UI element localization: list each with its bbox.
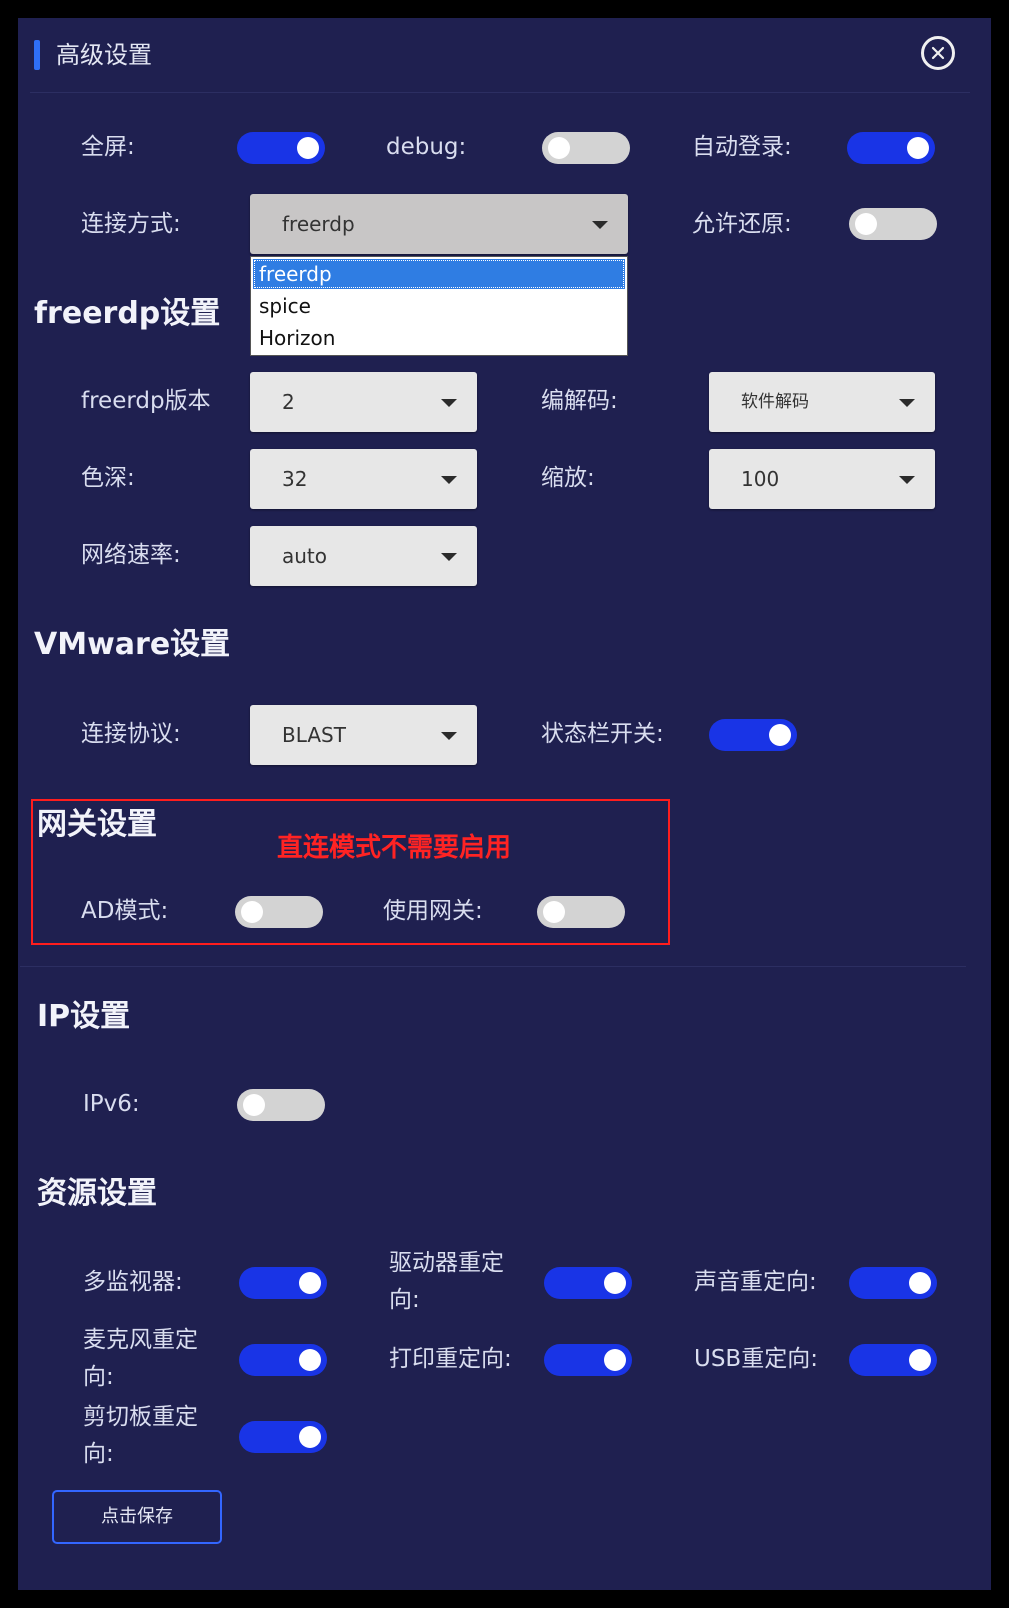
scale-select[interactable]: 100 [709, 449, 935, 509]
chevron-down-icon [899, 476, 915, 484]
use-gateway-label: 使用网关: [383, 898, 483, 924]
clipboard-redirect-toggle[interactable] [239, 1421, 327, 1453]
codec-label: 编解码: [541, 388, 618, 414]
protocol-label: 连接协议: [81, 721, 181, 747]
codec-select[interactable]: 软件解码 [709, 372, 935, 432]
connection-label: 连接方式: [81, 211, 181, 237]
multi-monitor-label: 多监视器: [83, 1269, 183, 1295]
toggle-knob [907, 137, 929, 159]
toggle-knob [241, 901, 263, 923]
clipboard-redirect-label-line2: 向: [83, 1441, 114, 1467]
freerdp-section-title: freerdp设置 [34, 296, 221, 331]
protocol-select[interactable]: BLAST [250, 705, 477, 765]
toggle-knob [909, 1349, 931, 1371]
gateway-annotation: 直连模式不需要启用 [277, 833, 512, 863]
drive-redirect-label-line1: 驱动器重定 [389, 1250, 504, 1276]
color-depth-label: 色深: [81, 465, 135, 491]
sound-redirect-toggle[interactable] [849, 1267, 937, 1299]
scale-value: 100 [741, 467, 780, 491]
chevron-down-icon [592, 221, 608, 229]
toggle-knob [909, 1272, 931, 1294]
use-gateway-toggle[interactable] [537, 896, 625, 928]
toggle-knob [243, 1094, 265, 1116]
drive-redirect-toggle[interactable] [544, 1267, 632, 1299]
dropdown-option-freerdp[interactable]: freerdp [253, 259, 625, 289]
fullscreen-label: 全屏: [81, 134, 135, 160]
header-divider [30, 92, 970, 93]
dropdown-option-horizon[interactable]: Horizon [253, 323, 625, 353]
mic-redirect-toggle[interactable] [239, 1344, 327, 1376]
toggle-knob [604, 1349, 626, 1371]
codec-value: 软件解码 [741, 392, 809, 412]
mic-redirect-label-line1: 麦克风重定 [83, 1327, 198, 1353]
toggle-knob [297, 137, 319, 159]
toggle-knob [604, 1272, 626, 1294]
debug-label: debug: [386, 134, 467, 160]
chevron-down-icon [441, 476, 457, 484]
connection-value: freerdp [282, 212, 355, 236]
toggle-knob [769, 724, 791, 746]
usb-redirect-label: USB重定向: [694, 1346, 818, 1372]
connection-dropdown-list: freerdp spice Horizon [250, 256, 628, 356]
ad-mode-toggle[interactable] [235, 896, 323, 928]
scale-label: 缩放: [541, 465, 595, 491]
title-accent-bar [34, 40, 40, 70]
clipboard-redirect-label-line1: 剪切板重定 [83, 1404, 198, 1430]
freerdp-version-label: freerdp版本 [81, 388, 211, 414]
drive-redirect-label-line2: 向: [389, 1287, 420, 1313]
multi-monitor-toggle[interactable] [239, 1267, 327, 1299]
statusbar-toggle[interactable] [709, 719, 797, 751]
close-icon [931, 46, 945, 60]
network-speed-value: auto [282, 544, 328, 568]
section-divider [20, 966, 966, 967]
ipv6-toggle[interactable] [237, 1089, 325, 1121]
ip-section-title: IP设置 [37, 999, 131, 1034]
debug-toggle[interactable] [542, 132, 630, 164]
print-redirect-toggle[interactable] [544, 1344, 632, 1376]
print-redirect-label: 打印重定向: [389, 1346, 512, 1372]
mic-redirect-label-line2: 向: [83, 1364, 114, 1390]
usb-redirect-toggle[interactable] [849, 1344, 937, 1376]
toggle-knob [543, 901, 565, 923]
protocol-value: BLAST [282, 723, 346, 747]
freerdp-version-value: 2 [282, 390, 295, 414]
close-button[interactable] [921, 36, 955, 70]
autologin-toggle[interactable] [847, 132, 935, 164]
sound-redirect-label: 声音重定向: [694, 1269, 817, 1295]
color-depth-select[interactable]: 32 [250, 449, 477, 509]
chevron-down-icon [899, 399, 915, 407]
resources-section-title: 资源设置 [37, 1176, 157, 1211]
ipv6-label: IPv6: [83, 1091, 140, 1117]
restore-toggle[interactable] [849, 208, 937, 240]
freerdp-version-select[interactable]: 2 [250, 372, 477, 432]
autologin-label: 自动登录: [692, 134, 792, 160]
chevron-down-icon [441, 732, 457, 740]
fullscreen-toggle[interactable] [237, 132, 325, 164]
chevron-down-icon [441, 399, 457, 407]
gateway-section-title: 网关设置 [37, 807, 157, 842]
color-depth-value: 32 [282, 467, 308, 491]
network-speed-select[interactable]: auto [250, 526, 477, 586]
toggle-knob [299, 1349, 321, 1371]
ad-mode-label: AD模式: [81, 898, 169, 924]
toggle-knob [548, 137, 570, 159]
dropdown-option-spice[interactable]: spice [253, 291, 625, 321]
dialog-title: 高级设置 [56, 41, 152, 69]
connection-select[interactable]: freerdp [250, 194, 628, 254]
toggle-knob [299, 1426, 321, 1448]
network-speed-label: 网络速率: [81, 542, 181, 568]
restore-label: 允许还原: [692, 211, 792, 237]
chevron-down-icon [441, 553, 457, 561]
statusbar-label: 状态栏开关: [541, 721, 664, 747]
save-button[interactable]: 点击保存 [52, 1490, 222, 1544]
toggle-knob [299, 1272, 321, 1294]
toggle-knob [855, 213, 877, 235]
vmware-section-title: VMware设置 [34, 627, 231, 662]
